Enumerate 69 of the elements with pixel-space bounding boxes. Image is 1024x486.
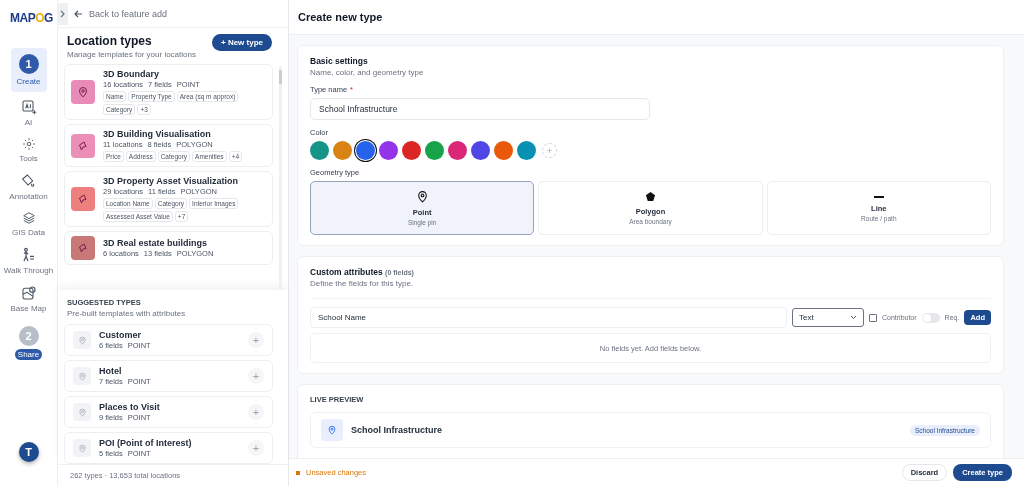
color-swatch[interactable]	[333, 141, 352, 160]
step-label: Create	[16, 77, 41, 86]
type-name: 3D Boundary	[103, 69, 160, 79]
pin-glyph-icon	[327, 425, 337, 435]
tool-label[interactable]: Tools	[19, 154, 38, 163]
back-arrow-icon	[74, 9, 83, 18]
layers-icon	[21, 211, 36, 225]
bucket-icon	[20, 173, 37, 189]
type-name-field[interactable]: School Infrastructure	[310, 98, 650, 120]
pin-glyph-icon	[77, 407, 87, 417]
step-label: Share	[14, 349, 43, 360]
panel-subtitle: Manage templates for your locations	[67, 50, 196, 59]
type-name: School Infrastructure	[351, 425, 442, 435]
polygon-icon	[77, 242, 89, 254]
type-name: POI (Point of Interest)	[99, 438, 192, 448]
polygon-icon	[77, 139, 89, 152]
walking-person-icon	[20, 247, 37, 263]
panel-title: Location types	[67, 34, 153, 48]
step-tab[interactable]: 1 Create	[10, 48, 47, 92]
pin-glyph-icon	[77, 443, 87, 453]
section-title: Custom attributes	[310, 267, 383, 277]
color-swatch[interactable]	[402, 141, 421, 160]
tool-label[interactable]: Annotation	[9, 192, 48, 201]
step-tab[interactable]: 2 Share	[10, 320, 47, 366]
color-swatch[interactable]	[494, 141, 513, 160]
chevron-down-icon	[849, 315, 857, 320]
type-dropdown[interactable]: Text	[791, 308, 864, 327]
section-title: Basic settings	[310, 56, 369, 66]
type-name: 3D Building Visualisation	[103, 129, 212, 139]
section-subtitle: Pre-built templates with attributes	[66, 309, 187, 318]
section-subtitle: Name, color, and geometry type	[310, 68, 425, 77]
type-name: Places to Visit	[99, 402, 160, 412]
step-number: 2	[18, 326, 39, 346]
color-swatch[interactable]	[517, 141, 536, 160]
color-swatch[interactable]	[356, 141, 375, 160]
polygon-icon	[77, 193, 89, 205]
page-title: Create new type	[289, 0, 1024, 35]
tool-label[interactable]: Walk Through	[3, 266, 54, 275]
type-name: Customer	[99, 330, 142, 340]
color-swatch[interactable]	[448, 141, 467, 160]
back-link[interactable]: Back to feature add	[89, 8, 168, 19]
tool-label[interactable]: GIS Data	[12, 228, 45, 237]
new-type-button[interactable]: + New type	[212, 34, 272, 51]
map-icon	[20, 285, 37, 301]
step-number: 1	[18, 54, 39, 74]
type-name: Hotel	[99, 366, 123, 376]
section-subtitle: Define the fields for this type.	[310, 279, 415, 288]
type-name: 3D Property Asset Visualization	[103, 176, 240, 186]
pin-icon	[415, 190, 429, 203]
pin-glyph-icon	[77, 335, 87, 345]
pin-icon	[77, 86, 89, 98]
contributor-checkbox[interactable]	[868, 313, 877, 322]
attribute-name-field[interactable]: School Name	[310, 307, 787, 328]
color-swatch[interactable]	[471, 141, 490, 160]
required-toggle[interactable]	[921, 312, 940, 323]
gear-icon	[21, 137, 36, 151]
ai-icon	[20, 99, 37, 115]
pentagon-icon	[645, 191, 656, 202]
tool-label[interactable]: Base Map	[10, 304, 47, 313]
expand-button[interactable]	[58, 2, 68, 25]
pin-glyph-icon	[77, 371, 87, 381]
color-swatch[interactable]	[310, 141, 329, 160]
type-name: 3D Real estate buildings	[103, 238, 209, 248]
tool-label[interactable]: AI	[24, 118, 33, 127]
color-swatch[interactable]	[379, 141, 398, 160]
user-avatar[interactable]: T	[18, 442, 39, 462]
logo: MAPOG	[10, 11, 53, 25]
color-swatch[interactable]	[425, 141, 444, 160]
chevron-icon	[60, 9, 66, 18]
